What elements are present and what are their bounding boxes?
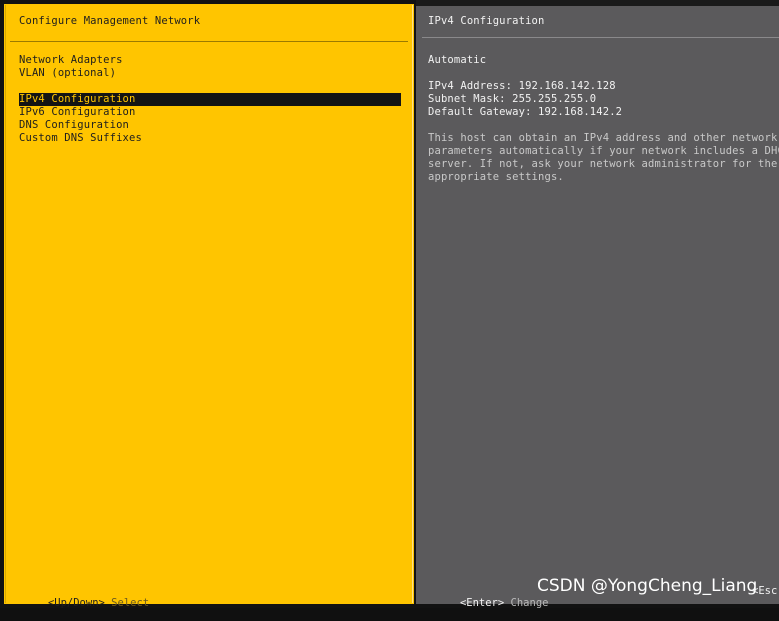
description-line: parameters automatically if your network… — [428, 145, 779, 157]
menu-item-network-adapters[interactable]: Network Adapters — [19, 54, 123, 67]
footer-key-enter: <Enter> — [459, 597, 505, 609]
menu-item-dns-configuration[interactable]: DNS Configuration — [19, 119, 129, 132]
menu-pane-divider — [10, 41, 408, 42]
description-line: This host can obtain an IPv4 address and… — [428, 132, 778, 144]
detail-pane-footer: <Enter> Change — [422, 585, 549, 621]
detail-pane: IPv4 Configuration Automatic IPv4 Addres… — [416, 6, 779, 609]
description-line: appropriate settings. — [428, 171, 564, 183]
menu-item-vlan[interactable]: VLAN (optional) — [19, 67, 116, 80]
menu-item-custom-dns-suffixes[interactable]: Custom DNS Suffixes — [19, 132, 142, 145]
description-line: server. If not, ask your network adminis… — [428, 158, 778, 170]
esxi-dcui-screen: Configure Management Network Network Ada… — [0, 0, 779, 609]
menu-pane-footer: <Up/Down> Select — [10, 585, 149, 621]
menu-pane-title: Configure Management Network — [19, 15, 201, 27]
menu-item-ipv6-configuration[interactable]: IPv6 Configuration — [19, 106, 136, 119]
detail-pane-divider — [422, 37, 779, 38]
footer-action-select: Select — [111, 597, 150, 609]
footer-key-up-down: <Up/Down> — [47, 597, 105, 609]
footer-action-change: Change — [510, 597, 549, 609]
subnet-mask: Subnet Mask: 255.255.255.0 — [428, 93, 597, 105]
menu-item-ipv4-configuration[interactable]: IPv4 Configuration — [19, 93, 401, 106]
ipv4-address: IPv4 Address: 192.168.142.128 — [428, 80, 616, 92]
detail-pane-title: IPv4 Configuration — [428, 15, 545, 27]
watermark-text: CSDN @YongCheng_Liang — [537, 576, 758, 596]
ip-mode-value: Automatic — [428, 54, 487, 66]
menu-pane: Configure Management Network Network Ada… — [4, 4, 414, 609]
default-gateway: Default Gateway: 192.168.142.2 — [428, 106, 623, 118]
